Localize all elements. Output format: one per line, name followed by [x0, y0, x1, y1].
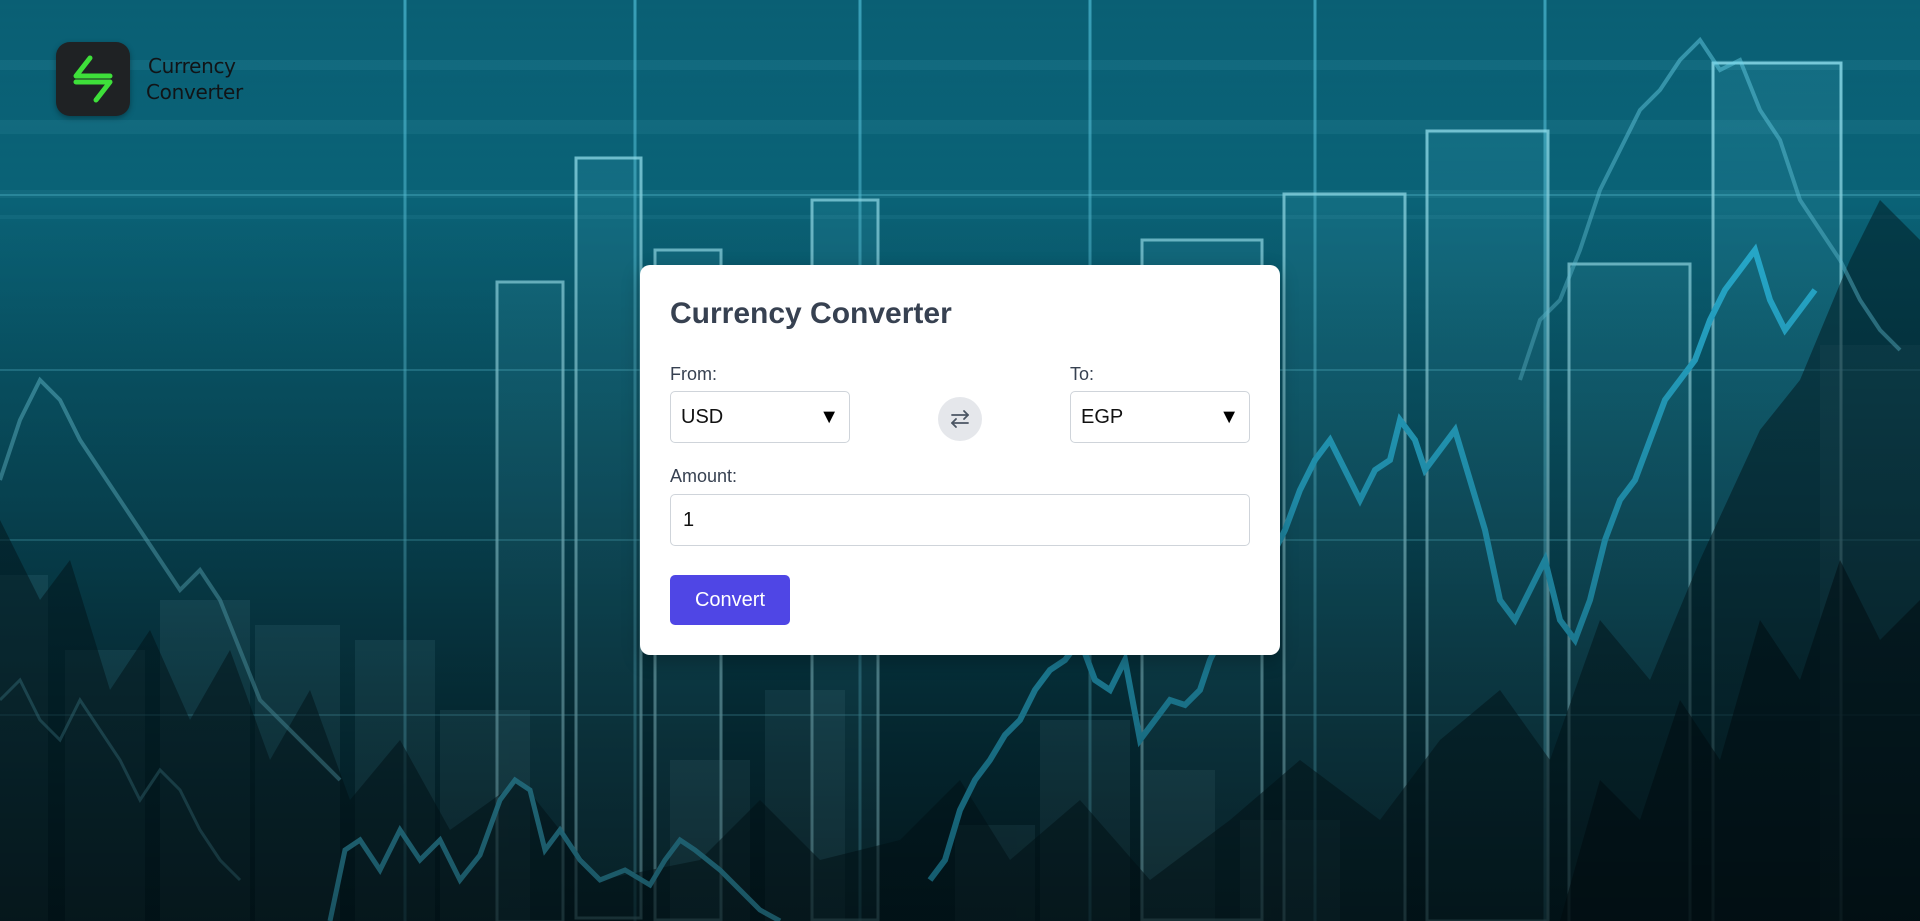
amount-label: Amount:	[670, 466, 738, 486]
to-currency-select[interactable]: EGP ▼	[1070, 391, 1250, 443]
from-group: From: USD ▼	[670, 364, 850, 443]
convert-button[interactable]: Convert	[670, 575, 790, 625]
to-group: To: EGP ▼	[1070, 364, 1250, 443]
amount-input[interactable]: 1	[670, 494, 1250, 546]
chevron-down-icon: ▼	[819, 405, 839, 428]
logo-line-1: Currency	[148, 54, 236, 78]
logo-line-2: Converter	[146, 80, 243, 104]
to-label: To:	[1070, 364, 1095, 384]
app-background: Currency Converter Currency Converter Fr…	[0, 0, 1920, 921]
from-currency-value: USD	[681, 405, 724, 428]
amount-group: Amount: 1	[670, 466, 1250, 546]
card-title: Currency Converter	[670, 297, 952, 330]
to-currency-value: EGP	[1081, 405, 1124, 428]
from-label: From:	[670, 364, 717, 384]
chevron-down-icon: ▼	[1219, 405, 1239, 428]
amount-value: 1	[683, 508, 695, 531]
lightning-transfer-icon	[56, 42, 130, 116]
app-logo[interactable]: Currency Converter	[56, 42, 243, 116]
swap-button[interactable]	[938, 397, 982, 441]
converter-card: Currency Converter From: USD ▼ To: EGP ▼…	[640, 265, 1280, 655]
from-currency-select[interactable]: USD ▼	[670, 391, 850, 443]
logo-title: Currency Converter	[146, 53, 243, 105]
swap-arrows-icon	[951, 410, 969, 428]
